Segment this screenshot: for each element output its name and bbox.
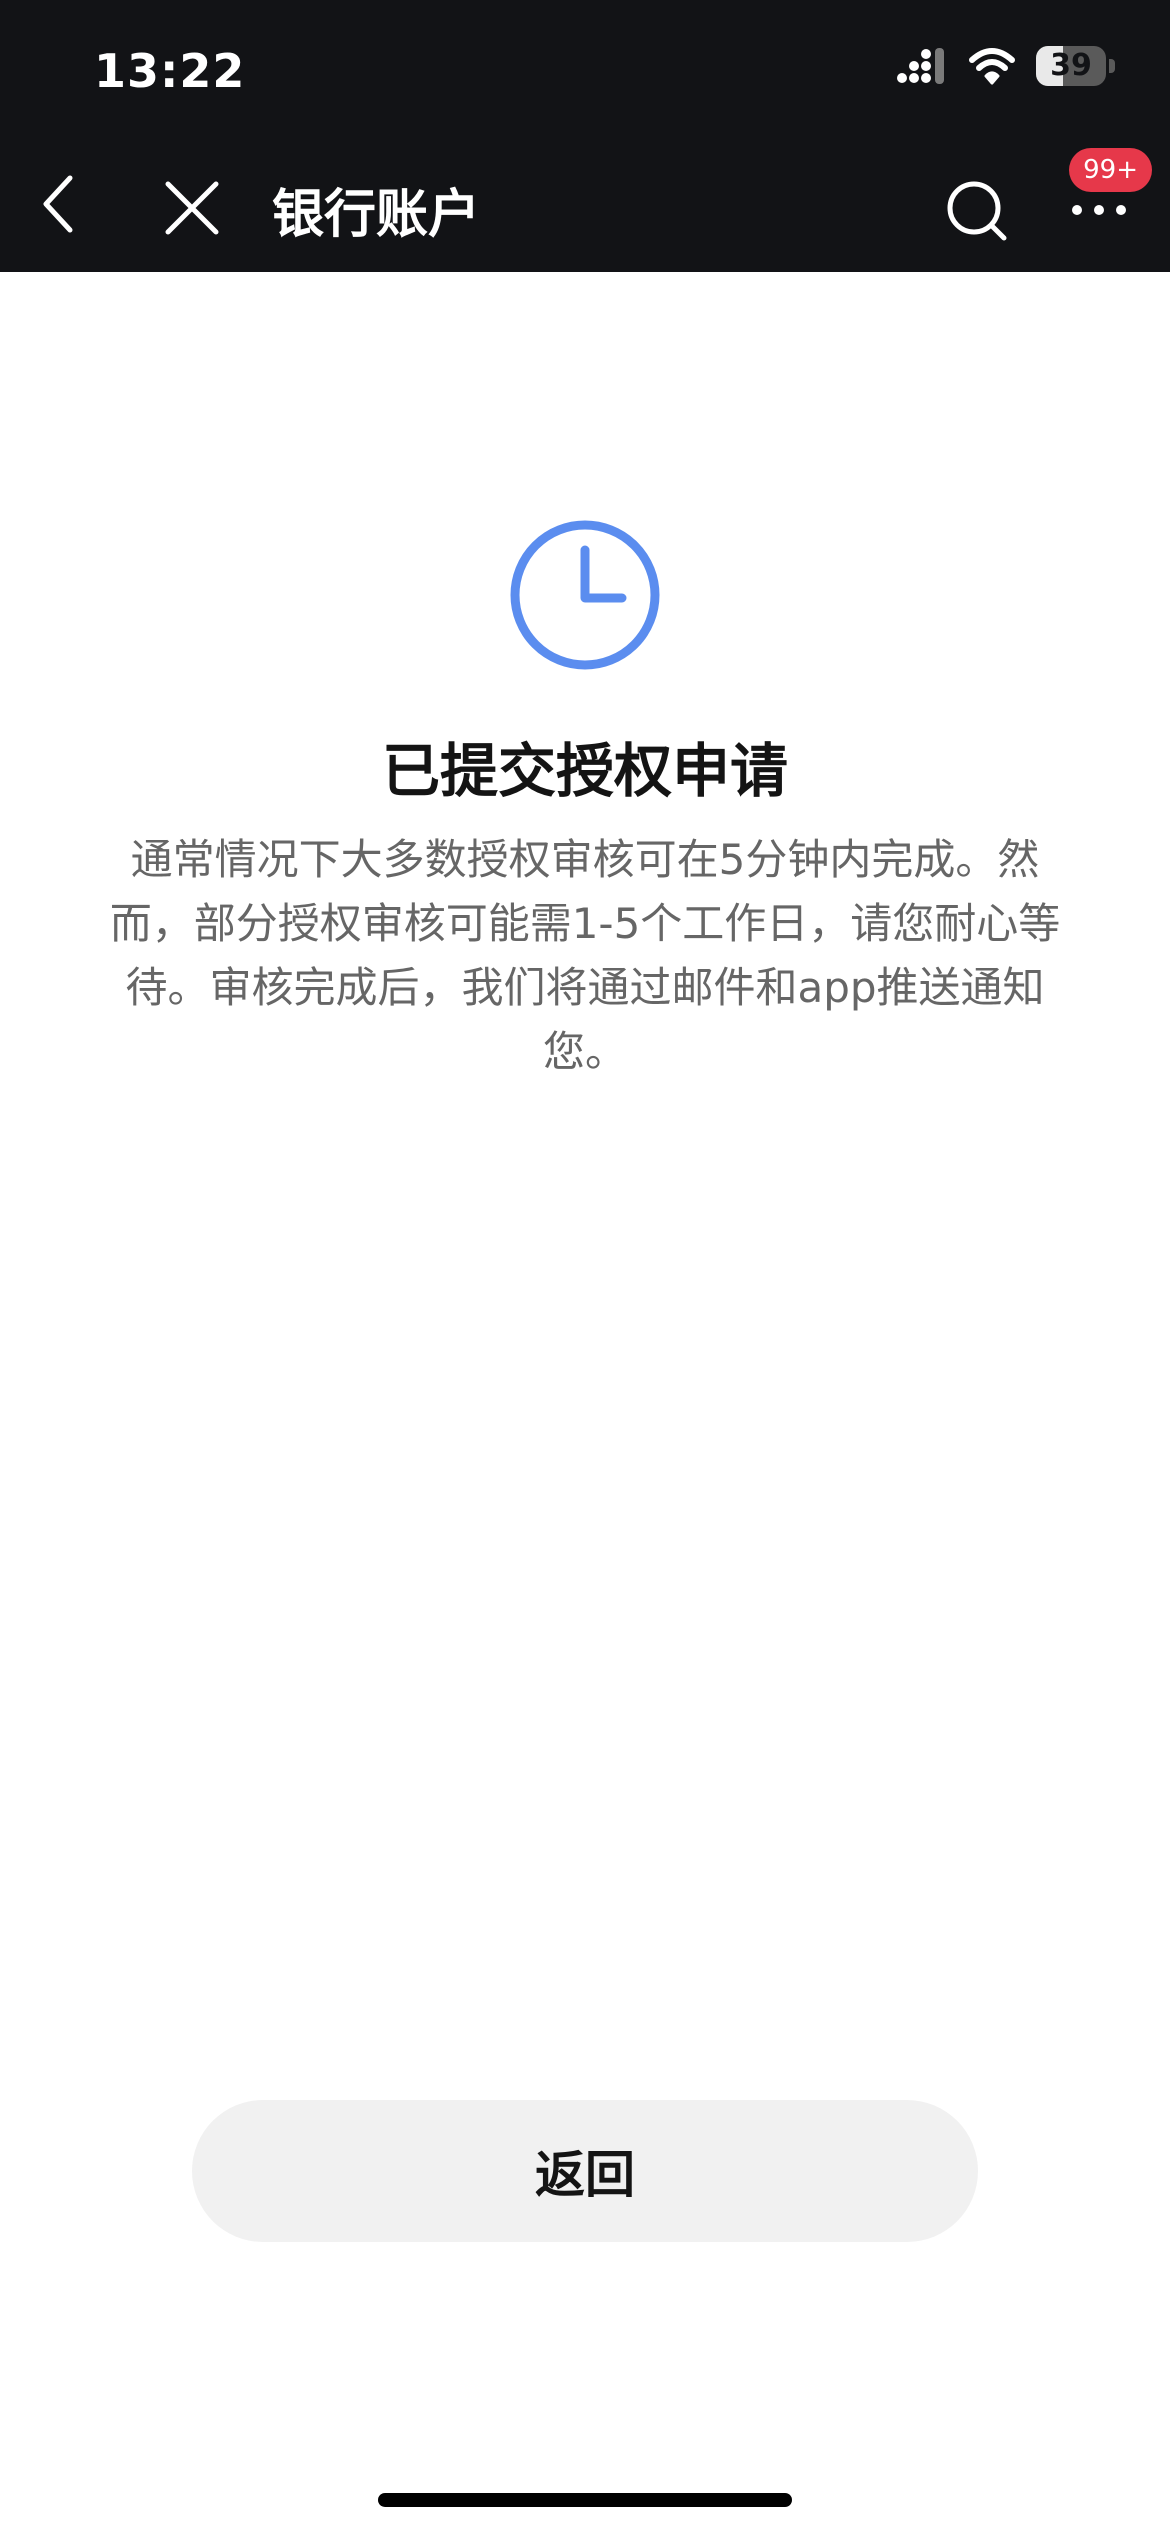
page-title: 银行账户 <box>272 185 481 245</box>
status-time: 13:22 <box>94 44 246 98</box>
close-button[interactable] <box>160 176 224 240</box>
status-title: 已提交授权申请 <box>381 737 788 805</box>
battery-level: 39 <box>1050 48 1092 83</box>
top-bar: 13:22 39 银行账户 99+ <box>0 0 1170 272</box>
search-icon <box>947 181 1007 241</box>
wifi-icon <box>969 48 1015 85</box>
clock-icon <box>510 520 660 670</box>
back-button[interactable] <box>30 168 86 240</box>
back-icon <box>43 175 73 233</box>
search-button[interactable] <box>940 174 1014 248</box>
status-description: 通常情况下大多数授权审核可在5分钟内完成。然而，部分授权审核可能需1-5个工作日… <box>109 835 1061 1076</box>
more-button[interactable] <box>1064 190 1134 230</box>
more-icon <box>1072 205 1126 215</box>
close-icon <box>165 181 219 235</box>
cellular-signal-icon <box>897 48 944 84</box>
battery-indicator: 39 <box>1036 46 1118 86</box>
notification-badge: 99+ <box>1069 148 1152 192</box>
status-icons: 39 <box>896 46 1118 86</box>
return-button[interactable]: 返回 <box>192 2100 978 2242</box>
home-indicator <box>378 2493 792 2507</box>
